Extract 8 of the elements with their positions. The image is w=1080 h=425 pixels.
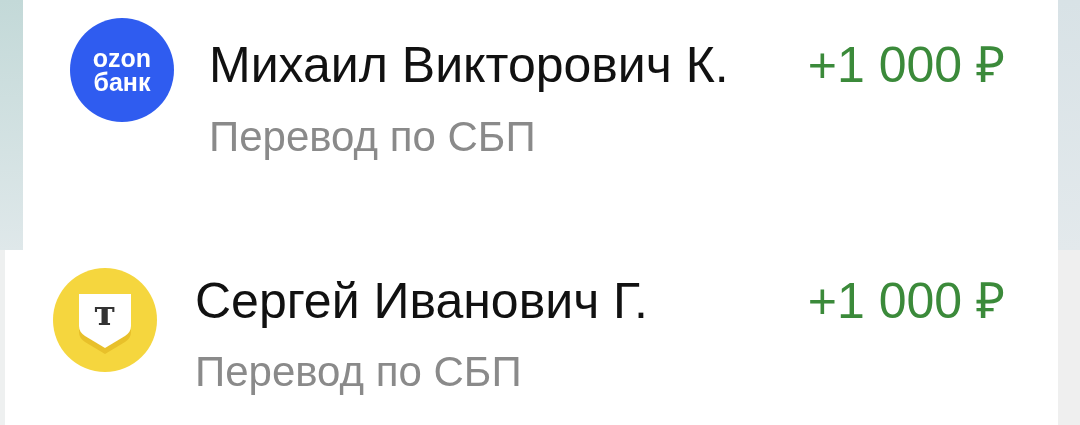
transfer-description: Перевод по СБП <box>209 112 537 162</box>
sender-name: Михаил Викторович К. <box>209 36 730 95</box>
bank-logo: т <box>53 268 157 372</box>
sender-name: Сергей Иванович Г. <box>195 272 649 331</box>
transfer-description: Перевод по СБП <box>195 347 523 397</box>
bank-logo: ozon банк <box>70 18 174 122</box>
amount: +1 000 ₽ <box>807 36 1005 95</box>
amount: +1 000 ₽ <box>807 272 1005 331</box>
